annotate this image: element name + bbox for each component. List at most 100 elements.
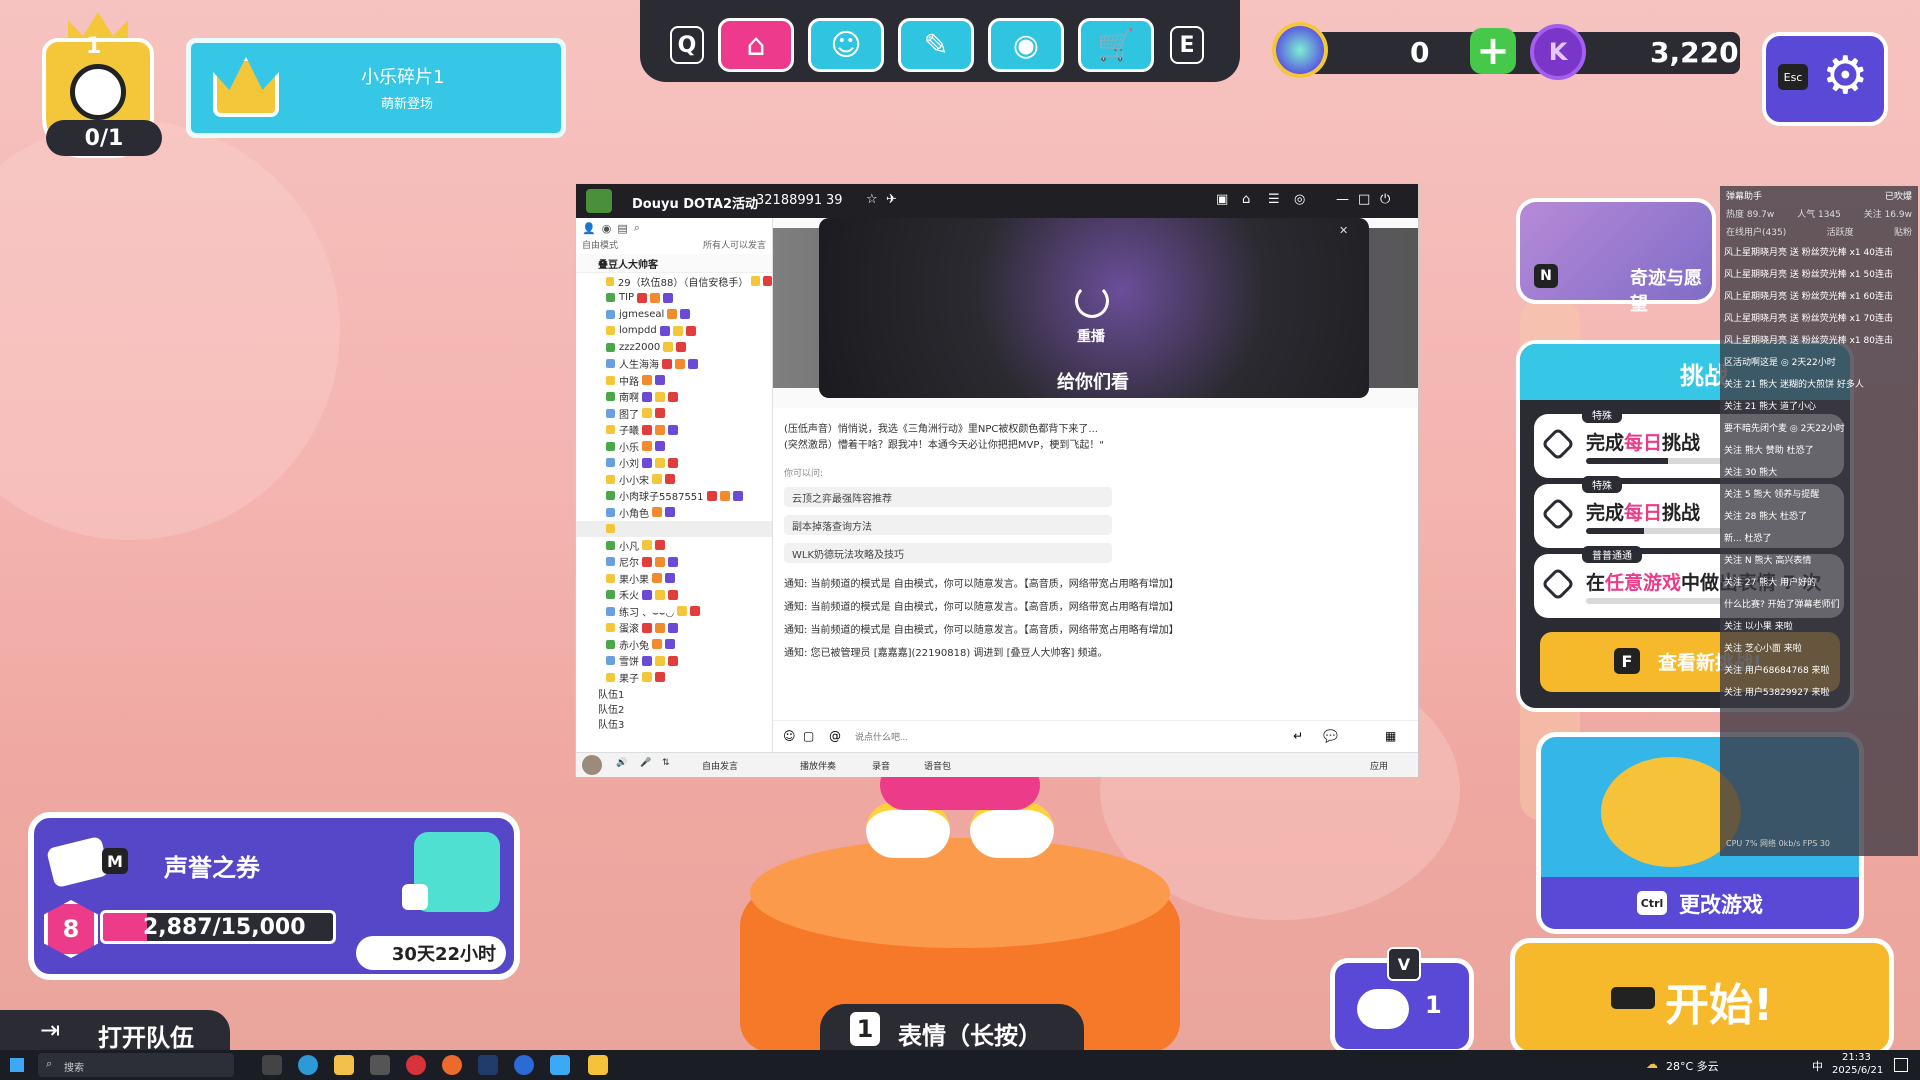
doc-icon[interactable]: ▤ xyxy=(617,222,627,235)
tool-free-speak[interactable]: 自由发言 xyxy=(702,759,738,772)
user-row[interactable]: 南啊 xyxy=(576,389,772,406)
suggestion-chip[interactable]: 副本掉落查询方法 xyxy=(784,515,1112,535)
user-row[interactable]: 小乐 xyxy=(576,438,772,455)
calendar-icon[interactable]: ▦ xyxy=(1385,729,1396,743)
reputation-card[interactable]: M 声誉之券 8 30天22小时 xyxy=(28,812,520,980)
suggestion-chip[interactable]: WLK奶德玩法攻略及技巧 xyxy=(784,543,1112,563)
suggestion-chip[interactable]: 云顶之弈最强阵容推荐 xyxy=(784,487,1112,507)
tool-voice-pack[interactable]: 语音包 xyxy=(924,759,951,772)
taskbar-search[interactable]: ⌕ 搜索 xyxy=(38,1053,234,1077)
video-close-icon[interactable]: ✕ xyxy=(1339,224,1348,237)
channel-header[interactable]: 叠豆人大帅客 xyxy=(576,254,772,273)
power-icon[interactable]: ⏻ xyxy=(1380,192,1390,207)
chat-input[interactable] xyxy=(853,727,1277,747)
user-row[interactable]: 蛋滚 xyxy=(576,620,772,637)
gamepad-icon[interactable]: ◎ xyxy=(1294,192,1305,207)
file-explorer-icon[interactable] xyxy=(334,1055,354,1075)
user-icon[interactable]: 👤 xyxy=(582,222,596,235)
user-row[interactable]: 尼尔 xyxy=(576,554,772,571)
weather[interactable]: 28°C 多云 xyxy=(1666,1058,1719,1074)
app-icon[interactable] xyxy=(442,1055,462,1075)
user-row[interactable]: TIP xyxy=(576,290,772,307)
app-icon[interactable] xyxy=(550,1055,570,1075)
home-icon[interactable]: ⌂ xyxy=(1242,192,1250,207)
user-row[interactable]: jgmeseal xyxy=(576,306,772,323)
clock-time[interactable]: 21:33 xyxy=(1842,1052,1871,1063)
emote-button[interactable]: 1 表情（长按） xyxy=(820,1004,1084,1054)
user-row[interactable]: 雪饼 xyxy=(576,653,772,670)
edge-icon[interactable] xyxy=(298,1055,318,1075)
party-button[interactable]: V 1 xyxy=(1330,947,1474,1054)
tool-record[interactable]: 录音 xyxy=(872,759,890,772)
user-row[interactable]: 小肉球子5587551 xyxy=(576,488,772,505)
app-icon[interactable] xyxy=(406,1055,426,1075)
steam-icon[interactable] xyxy=(478,1055,498,1075)
task-view-icon[interactable] xyxy=(262,1055,282,1075)
mic-icon[interactable]: 🎤 xyxy=(640,758,651,768)
notification-icon[interactable] xyxy=(1894,1058,1908,1072)
nav-shop-button[interactable]: 🛒 xyxy=(1078,18,1154,72)
user-row[interactable]: 果子 xyxy=(576,669,772,686)
settings-button[interactable]: Esc ⚙ xyxy=(1762,32,1888,126)
minimize-icon[interactable]: — xyxy=(1336,192,1349,207)
group-row[interactable]: 队伍1 xyxy=(576,686,772,701)
nav-camera-button[interactable]: ◉ xyxy=(988,18,1064,72)
store-icon[interactable] xyxy=(370,1055,390,1075)
emoji-icon[interactable]: ☺ xyxy=(783,729,796,743)
share-icon[interactable]: ✈ xyxy=(886,192,897,207)
self-avatar[interactable] xyxy=(582,755,602,775)
event-card[interactable]: N 奇迹与愿望 xyxy=(1516,198,1716,315)
nav-right-key[interactable]: E xyxy=(1170,26,1204,64)
video-player[interactable]: 重播 给你们看 ✕ xyxy=(819,218,1369,398)
danmu-tab[interactable]: 在线用户(435) xyxy=(1726,225,1786,238)
user-row[interactable]: 子曦 xyxy=(576,422,772,439)
replay-icon[interactable] xyxy=(1075,284,1109,318)
nav-left-key[interactable]: Q xyxy=(670,26,704,64)
gift-icon[interactable]: ▢ xyxy=(803,729,814,743)
search-icon[interactable]: ⌕ xyxy=(634,221,640,235)
speaker-icon[interactable]: 🔊 xyxy=(616,758,627,768)
fall-guys-taskbar-icon[interactable] xyxy=(588,1055,608,1075)
user-row[interactable]: zzz2000 xyxy=(576,339,772,356)
user-row[interactable]: 练习 、⌣⌣◡ xyxy=(576,603,772,620)
tool-accompany[interactable]: 播放伴奏 xyxy=(800,759,836,772)
user-row[interactable]: 小凡 xyxy=(576,537,772,554)
nav-character-button[interactable]: ☺ xyxy=(808,18,884,72)
nav-customize-button[interactable]: ✎ xyxy=(898,18,974,72)
bubble-icon[interactable]: 💬 xyxy=(1323,729,1338,743)
user-row[interactable]: 赤小兔 xyxy=(576,636,772,653)
windows-start-icon[interactable] xyxy=(10,1058,24,1072)
user-row[interactable]: 小小宋 xyxy=(576,471,772,488)
user-row[interactable]: 小角色 xyxy=(576,504,772,521)
user-row[interactable]: 人生海海 xyxy=(576,356,772,373)
user-row[interactable]: 禾火 xyxy=(576,587,772,604)
at-icon[interactable]: @ xyxy=(829,729,841,743)
location-icon[interactable]: ◉ xyxy=(602,222,612,235)
user-row[interactable]: 29（玖伍88）（自信安稳手） xyxy=(576,273,772,290)
user-row[interactable]: 图了 xyxy=(576,405,772,422)
apps-button[interactable]: 应用 xyxy=(1370,759,1388,772)
voice-chat-window[interactable]: Douyu DOTA2活动 32188991 39 ☆ ✈ ▣ ⌂ ☰ ◎ — … xyxy=(576,184,1418,777)
mixer-icon[interactable]: ⇅ xyxy=(662,758,670,768)
user-row[interactable]: 中路 xyxy=(576,372,772,389)
add-currency-button[interactable]: + xyxy=(1470,28,1516,74)
list-icon[interactable]: ☰ xyxy=(1268,192,1280,207)
user-row[interactable]: lompdd xyxy=(576,323,772,340)
send-icon[interactable]: ↵ xyxy=(1293,729,1303,743)
open-team-button[interactable]: ⇥ 打开队伍 xyxy=(0,1010,230,1054)
user-row[interactable]: 小刘 xyxy=(576,455,772,472)
start-button[interactable]: 开始! xyxy=(1510,938,1894,1056)
clock-date[interactable]: 2025/6/21 xyxy=(1832,1065,1883,1076)
crown-level-badge[interactable]: 1 0/1 xyxy=(42,12,162,166)
user-row[interactable] xyxy=(576,520,772,537)
danmu-tab[interactable]: 活跃度 xyxy=(1827,225,1854,238)
maximize-icon[interactable]: □ xyxy=(1358,192,1370,207)
profile-banner[interactable]: 小乐碎片1 萌新登场 xyxy=(186,38,566,138)
group-row[interactable]: 队伍3 xyxy=(576,716,772,731)
app-icon[interactable] xyxy=(514,1055,534,1075)
star-icon[interactable]: ☆ xyxy=(866,192,878,207)
ime-indicator[interactable]: 中 xyxy=(1812,1058,1823,1074)
danmu-tab[interactable]: 贴粉 xyxy=(1894,225,1912,238)
nav-home-button[interactable]: ⌂ xyxy=(718,18,794,72)
group-row[interactable]: 队伍2 xyxy=(576,701,772,716)
